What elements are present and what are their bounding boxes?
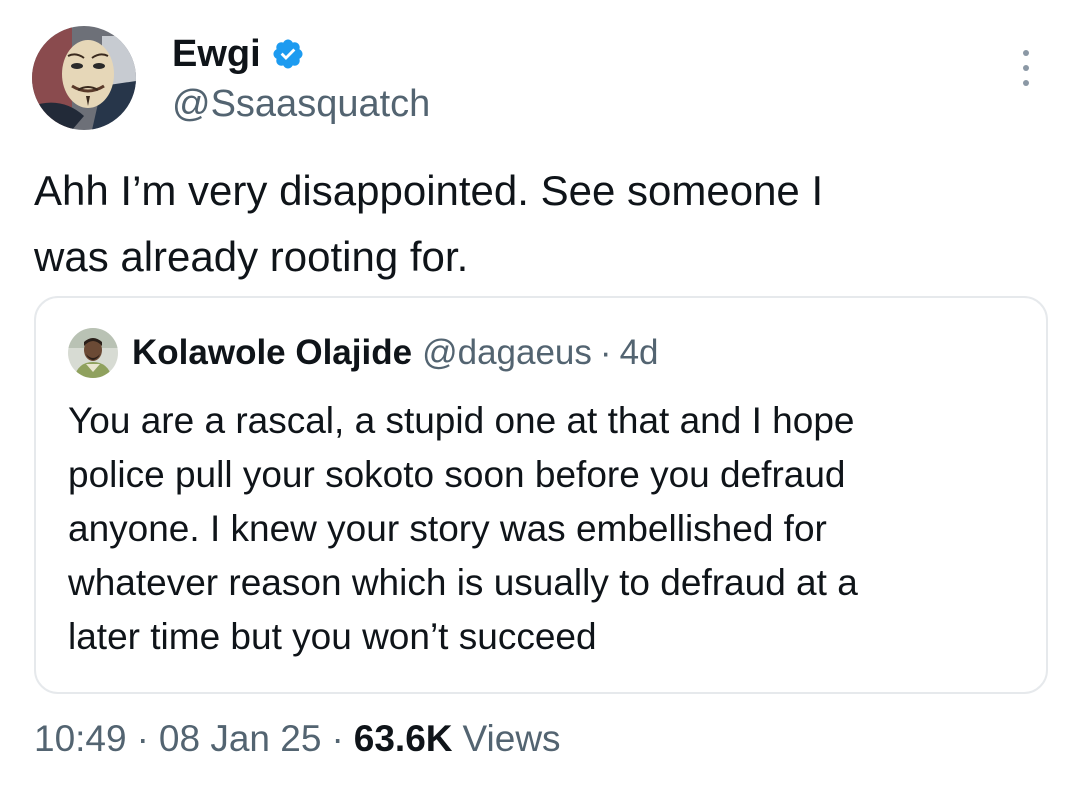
- tweet-date[interactable]: 08 Jan 25: [159, 718, 322, 760]
- tweet-meta: 10:49 · 08 Jan 25 · 63.6K Views: [34, 718, 561, 760]
- quoted-tweet-header: Kolawole Olajide @dagaeus · 4d: [68, 328, 659, 378]
- verified-badge-icon: [273, 39, 303, 69]
- quoted-text-line: whatever reason which is usually to defr…: [68, 562, 858, 603]
- more-dot: [1023, 80, 1029, 86]
- author-avatar[interactable]: [32, 26, 136, 130]
- tweet-card: Ewgi @Ssaasquatch Ahh I’m very disappoin…: [0, 0, 1080, 787]
- quoted-author-name: Kolawole Olajide: [132, 333, 413, 372]
- tweet-text-line: Ahh I’m very disappointed. See someone I: [34, 167, 824, 214]
- separator-dot: ·: [599, 333, 612, 372]
- author-names: Ewgi @Ssaasquatch: [172, 32, 430, 128]
- quoted-text-line: police pull your sokoto soon before you …: [68, 454, 846, 495]
- tweet-text: Ahh I’m very disappointed. See someone I…: [34, 158, 1044, 290]
- quoted-tweet-text: You are a rascal, a stupid one at that a…: [68, 394, 1018, 664]
- views-label[interactable]: Views: [463, 718, 561, 760]
- tweet-header: Ewgi @Ssaasquatch: [32, 26, 430, 130]
- quoted-text-line: You are a rascal, a stupid one at that a…: [68, 400, 855, 441]
- tweet-time[interactable]: 10:49: [34, 718, 127, 760]
- quoted-text-line: anyone. I knew your story was embellishe…: [68, 508, 827, 549]
- quoted-author-avatar: [68, 328, 118, 378]
- separator-dot: ·: [136, 718, 149, 759]
- more-options-icon[interactable]: [1016, 50, 1036, 86]
- guy-fawkes-mask-avatar-icon: [32, 26, 136, 130]
- more-dot: [1023, 65, 1029, 71]
- tweet-text-line: was already rooting for.: [34, 233, 469, 280]
- quoted-text-line: later time but you won’t succeed: [68, 616, 597, 657]
- views-count[interactable]: 63.6K: [354, 718, 453, 760]
- author-name-row: Ewgi: [172, 32, 430, 76]
- separator-dot: ·: [331, 718, 344, 759]
- quoted-author-handle: @dagaeus: [422, 333, 592, 372]
- quoted-tweet-time: 4d: [619, 333, 659, 372]
- author-display-name[interactable]: Ewgi: [172, 32, 261, 76]
- quoted-tweet[interactable]: Kolawole Olajide @dagaeus · 4d You are a…: [34, 296, 1048, 694]
- author-handle[interactable]: @Ssaasquatch: [172, 80, 430, 128]
- more-dot: [1023, 50, 1029, 56]
- person-avatar-icon: [68, 328, 118, 378]
